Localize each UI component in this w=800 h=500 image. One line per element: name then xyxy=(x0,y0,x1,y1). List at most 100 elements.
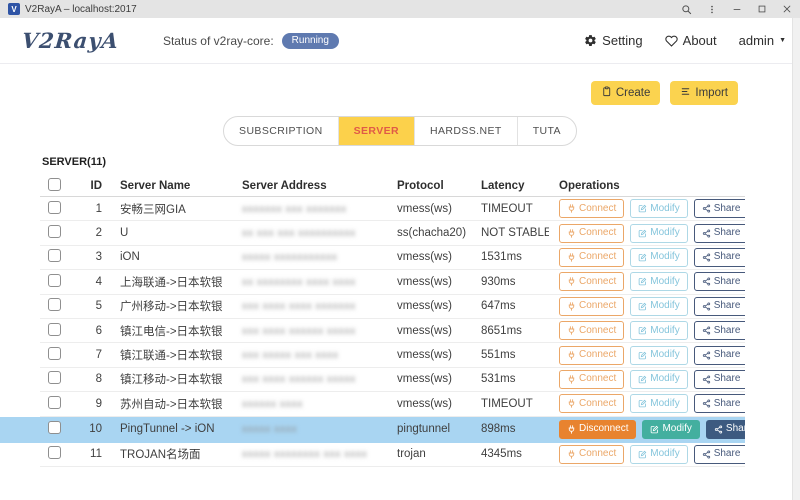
latency: TIMEOUT xyxy=(471,203,549,215)
table-row[interactable]: 7镇江联通->日本软银xxx xxxxx xxx xxxxvmess(ws)55… xyxy=(40,343,745,367)
table-row[interactable]: 3iONxxxxx xxxxxxxxxxxvmess(ws)1531msConn… xyxy=(40,246,745,270)
row-checkbox[interactable] xyxy=(48,396,61,409)
share-button[interactable]: Share xyxy=(694,394,745,413)
share-button[interactable]: Share xyxy=(694,346,745,365)
row-checkbox[interactable] xyxy=(48,201,61,214)
tab-tuta[interactable]: TUTA xyxy=(517,117,576,145)
edit-icon xyxy=(638,277,647,286)
tab-server[interactable]: SERVER xyxy=(338,117,414,145)
v2raya-logo: V2RayA xyxy=(21,28,120,53)
minimize-icon[interactable] xyxy=(732,4,742,14)
select-all-checkbox[interactable] xyxy=(48,178,61,191)
plug-icon xyxy=(567,351,576,360)
connect-button[interactable]: Connect xyxy=(559,272,624,291)
connect-button[interactable]: Connect xyxy=(559,321,624,340)
modify-button[interactable]: Modify xyxy=(630,394,687,413)
server-toolbar: Create Import xyxy=(591,81,738,105)
modify-button[interactable]: Modify xyxy=(630,321,687,340)
row-checkbox[interactable] xyxy=(48,298,61,311)
modify-button[interactable]: Modify xyxy=(630,297,687,316)
connect-button[interactable]: Connect xyxy=(559,248,624,267)
table-row[interactable]: 1安畅三网GIAxxxxxxx xxx xxxxxxxvmess(ws)TIME… xyxy=(40,197,745,221)
col-latency: Latency xyxy=(471,180,549,192)
setting-menu-item[interactable]: Setting xyxy=(584,33,642,48)
heart-icon xyxy=(665,34,678,47)
share-button[interactable]: Share xyxy=(706,420,745,439)
row-operations: Connect Modify Share xyxy=(549,272,745,291)
modify-button[interactable]: Modify xyxy=(630,199,687,218)
row-checkbox[interactable] xyxy=(48,274,61,287)
tab-subscription[interactable]: SUBSCRIPTION xyxy=(224,117,338,145)
chevron-down-icon: ▼ xyxy=(779,37,786,44)
create-button[interactable]: Create xyxy=(591,81,661,105)
share-button[interactable]: Share xyxy=(694,445,745,464)
share-button[interactable]: Share xyxy=(694,297,745,316)
modify-button[interactable]: Modify xyxy=(630,224,687,243)
share-icon xyxy=(702,399,711,408)
search-icon[interactable] xyxy=(681,4,692,15)
table-row[interactable]: 2Uxx xxx xxx xxxxxxxxxxss(chacha20)NOT S… xyxy=(40,221,745,245)
row-id: 2 xyxy=(70,227,110,239)
vertical-scrollbar[interactable] xyxy=(792,18,800,500)
edit-icon xyxy=(650,425,659,434)
share-icon xyxy=(702,229,711,238)
modify-button[interactable]: Modify xyxy=(630,346,687,365)
modify-button[interactable]: Modify xyxy=(630,272,687,291)
table-row[interactable]: 4上海联通->日本软银xx xxxxxxxx xxxx xxxxvmess(ws… xyxy=(40,270,745,294)
tab-hardss-net[interactable]: HARDSS.NET xyxy=(414,117,517,145)
share-button[interactable]: Share xyxy=(694,224,745,243)
table-row[interactable]: 11TROJAN名场面xxxxx xxxxxxxx xxx xxxxtrojan… xyxy=(40,443,745,467)
connect-button[interactable]: Connect xyxy=(559,370,624,389)
edit-icon xyxy=(638,302,647,311)
connect-button[interactable]: Connect xyxy=(559,445,624,464)
admin-menu[interactable]: admin ▼ xyxy=(739,33,786,48)
share-button[interactable]: Share xyxy=(694,321,745,340)
share-button[interactable]: Share xyxy=(694,199,745,218)
about-menu-item[interactable]: About xyxy=(665,33,717,48)
modify-button[interactable]: Modify xyxy=(642,420,699,439)
server-address-blurred: xxxxx xxxx xyxy=(232,423,387,435)
row-checkbox[interactable] xyxy=(48,347,61,360)
modify-button[interactable]: Modify xyxy=(630,370,687,389)
connect-button[interactable]: Connect xyxy=(559,346,624,365)
row-checkbox[interactable] xyxy=(48,323,61,336)
maximize-icon[interactable] xyxy=(757,4,767,14)
server-name: 安畅三网GIA xyxy=(110,201,232,217)
row-checkbox[interactable] xyxy=(48,225,61,238)
import-button[interactable]: Import xyxy=(670,81,738,105)
table-row[interactable]: 9苏州自动->日本软银xxxxxx xxxxvmess(ws)TIMEOUTCo… xyxy=(40,392,745,416)
share-button[interactable]: Share xyxy=(694,370,745,389)
table-row[interactable]: 6镇江电信->日本软银xxx xxxx xxxxxx xxxxxvmess(ws… xyxy=(40,319,745,343)
kebab-menu-icon[interactable] xyxy=(707,4,717,15)
connect-button[interactable]: Connect xyxy=(559,199,624,218)
row-id: 10 xyxy=(70,423,110,435)
share-icon xyxy=(702,326,711,335)
protocol: trojan xyxy=(387,448,471,460)
edit-icon xyxy=(638,399,647,408)
row-checkbox[interactable] xyxy=(48,446,61,459)
edit-icon xyxy=(638,351,647,360)
list-icon xyxy=(680,86,691,100)
connect-button[interactable]: Connect xyxy=(559,224,624,243)
create-label: Create xyxy=(616,87,651,99)
plug-icon xyxy=(567,326,576,335)
row-checkbox[interactable] xyxy=(48,249,61,262)
server-address-blurred: xxx xxxx xxxxxx xxxxx xyxy=(232,373,387,385)
row-operations: Connect Modify Share xyxy=(549,445,745,464)
plug-icon xyxy=(567,277,576,286)
table-row[interactable]: 8镇江移动->日本软银xxx xxxx xxxxxx xxxxxvmess(ws… xyxy=(40,368,745,392)
modify-button[interactable]: Modify xyxy=(630,248,687,267)
connect-button[interactable]: Connect xyxy=(559,394,624,413)
row-operations: Connect Modify Share xyxy=(549,248,745,267)
disconnect-button[interactable]: Disconnect xyxy=(559,420,636,439)
modify-button[interactable]: Modify xyxy=(630,445,687,464)
server-name: 镇江电信->日本软银 xyxy=(110,323,232,339)
connect-button[interactable]: Connect xyxy=(559,297,624,316)
row-checkbox[interactable] xyxy=(48,371,61,384)
row-checkbox[interactable] xyxy=(48,421,61,434)
share-button[interactable]: Share xyxy=(694,272,745,291)
close-icon[interactable] xyxy=(782,4,792,14)
table-row[interactable]: 10PingTunnel -> iONxxxxx xxxxpingtunnel8… xyxy=(0,417,745,443)
table-row[interactable]: 5广州移动->日本软银xxx xxxx xxxx xxxxxxxvmess(ws… xyxy=(40,295,745,319)
share-button[interactable]: Share xyxy=(694,248,745,267)
